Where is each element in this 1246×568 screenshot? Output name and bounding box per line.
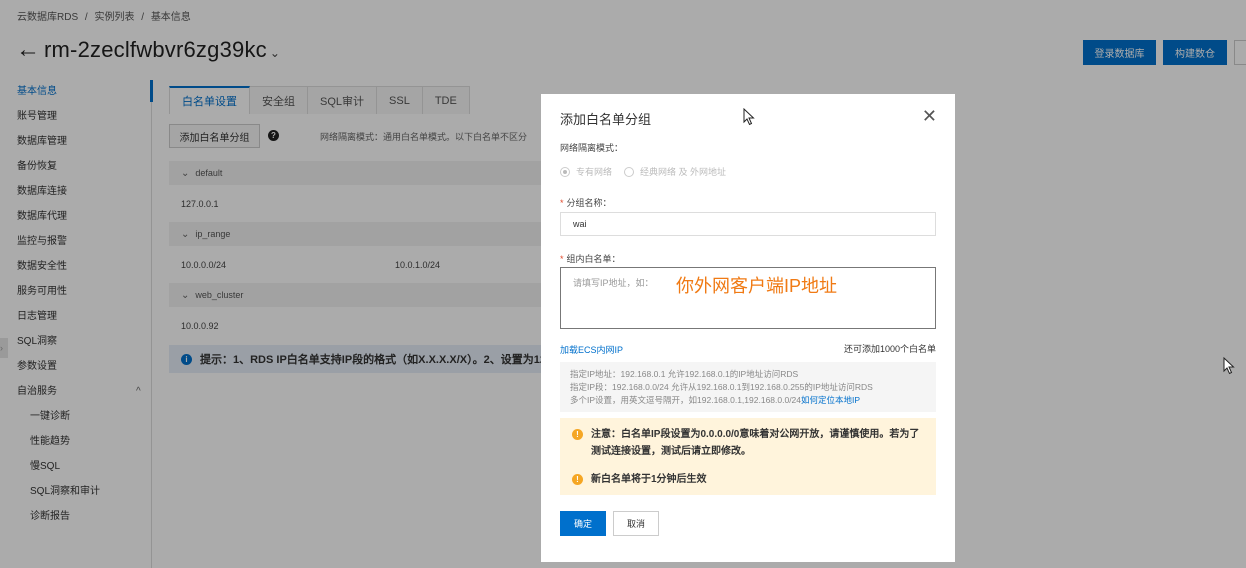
label-text: 分组名称：: [566, 198, 612, 208]
whitelist-label: * 组内白名单：: [560, 252, 621, 265]
radio-icon: [560, 166, 570, 177]
warning-box: ! 注意：白名单IP段设置为0.0.0.0/0意味着对公网开放，请谨慎使用。若为…: [560, 418, 936, 495]
help-text: 多个IP设置，用英文逗号隔开，如192.168.0.1,192.168.0.0/…: [570, 395, 802, 405]
warning-icon: !: [572, 474, 583, 485]
locate-ip-link[interactable]: 如何定位本地IP: [801, 395, 860, 405]
required-mark: *: [560, 198, 564, 208]
whitelist-textarea[interactable]: 请填写IP地址，如： 你外网客户端IP地址: [560, 267, 936, 329]
network-mode-options: 专有网络 经典网络 及 外网地址: [560, 165, 738, 178]
confirm-button[interactable]: 确定: [560, 511, 606, 536]
radio-vpc[interactable]: 专有网络: [560, 165, 612, 178]
warning-icon: !: [572, 429, 583, 440]
group-name-input[interactable]: wai: [560, 212, 936, 236]
radio-classic-network[interactable]: 经典网络 及 外网地址: [624, 165, 726, 178]
mouse-cursor-icon: [743, 108, 755, 126]
radio-label: 专有网络: [576, 167, 613, 177]
label-text: 组内白名单：: [566, 254, 621, 264]
help-line: 指定IP地址：192.168.0.1 允许192.168.0.1的IP地址访问R…: [570, 369, 799, 379]
network-mode-label: 网络隔离模式：: [560, 143, 624, 153]
warning-text: 注意：白名单IP段设置为0.0.0.0/0意味着对公网开放，请谨慎使用。若为了测…: [591, 429, 920, 457]
radio-label: 经典网络 及 外网地址: [640, 167, 727, 177]
mouse-cursor-icon: [1223, 357, 1235, 375]
close-icon[interactable]: ✕: [922, 107, 937, 125]
add-whitelist-group-dialog: 添加白名单分组 ✕ 网络隔离模式： 专有网络 经典网络 及 外网地址 * 分组名称…: [541, 94, 955, 562]
cancel-button[interactable]: 取消: [613, 511, 659, 536]
load-ecs-ip-link[interactable]: 加载ECS内网IP: [560, 343, 623, 356]
remaining-count: 还可添加1000个白名单: [843, 344, 936, 354]
required-mark: *: [560, 254, 564, 264]
radio-icon: [624, 166, 635, 177]
dialog-title: 添加白名单分组: [560, 112, 652, 127]
warning-line: ! 新白名单将于1分钟后生效: [572, 471, 924, 488]
help-line: 多个IP设置，用英文逗号隔开，如192.168.0.1,192.168.0.0/…: [570, 394, 926, 407]
warning-text: 新白名单将于1分钟后生效: [591, 474, 707, 485]
warning-line: ! 注意：白名单IP段设置为0.0.0.0/0意味着对公网开放，请谨慎使用。若为…: [572, 426, 924, 460]
group-name-label: * 分组名称：: [560, 196, 612, 209]
annotation-text: 你外网客户端IP地址: [676, 276, 838, 296]
whitelist-help: 指定IP地址：192.168.0.1 允许192.168.0.1的IP地址访问R…: [560, 362, 936, 412]
help-line: 指定IP段：192.168.0.0/24 允许从192.168.0.1到192.…: [570, 382, 873, 392]
